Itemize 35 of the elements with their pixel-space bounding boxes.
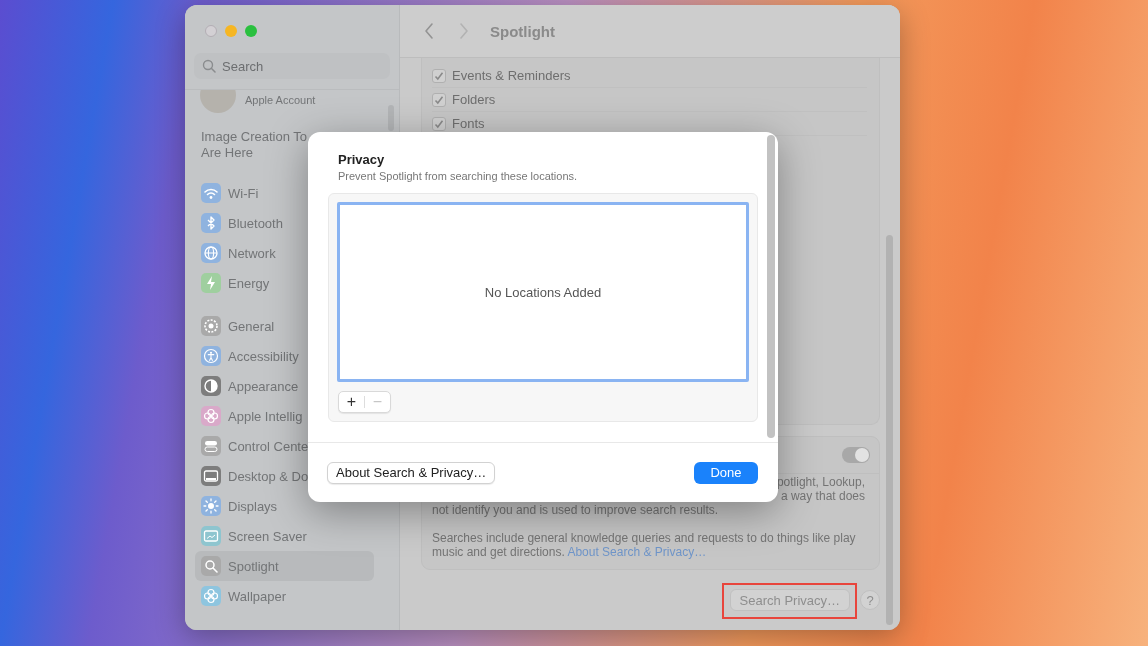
back-button[interactable] [422, 21, 436, 41]
description-text: potlight, Lookup, [775, 475, 866, 489]
minimize-button[interactable] [225, 25, 237, 37]
note-text: Searches include general knowledge queries and requests to do things like play music and get directions. About Search & Privacy… [431, 531, 857, 559]
locations-list[interactable]: No Locations Added [337, 202, 749, 382]
toggle-switch[interactable] [842, 447, 870, 463]
account-label[interactable]: Apple Account [245, 94, 316, 106]
search-privacy-button[interactable]: Search Privacy… [729, 589, 850, 611]
zoom-button[interactable] [245, 25, 257, 37]
checkbox-label: Events & Reminders [452, 68, 571, 83]
sheet-title: Privacy [338, 152, 386, 168]
scrollbar [388, 105, 394, 131]
checkbox[interactable] [432, 116, 446, 131]
description-text: a way that does [779, 489, 866, 503]
checkbox[interactable] [432, 92, 446, 107]
about-button[interactable]: About Search & Privacy… [327, 461, 496, 484]
checkbox-label: Folders [452, 92, 496, 107]
description-text: not identify you and is used to improve search results. [431, 503, 720, 517]
notice-text: Are Here [201, 145, 254, 161]
page-title: Spotlight [490, 22, 555, 40]
checkbox[interactable] [432, 68, 446, 83]
search-field[interactable]: Search [194, 53, 390, 79]
sidebar-item[interactable]: Screen Saver [195, 521, 374, 551]
sidebar-item[interactable]: Wallpaper [195, 581, 374, 611]
close-button[interactable] [205, 25, 217, 37]
done-button[interactable]: Done [694, 461, 758, 484]
about-link[interactable]: About Search & Privacy… [567, 545, 707, 559]
add-button[interactable]: + [339, 393, 364, 411]
sidebar-item[interactable]: Spotlight [195, 551, 374, 581]
checkbox-label: Fonts [452, 116, 485, 131]
sidebar-item[interactable]: Displays [195, 491, 374, 521]
empty-message: No Locations Added [484, 284, 602, 300]
help-button[interactable]: ? [860, 590, 880, 610]
notice-text: Image Creation To [201, 129, 307, 145]
sheet-subtitle: Prevent Spotlight from searching these locations. [338, 169, 579, 183]
